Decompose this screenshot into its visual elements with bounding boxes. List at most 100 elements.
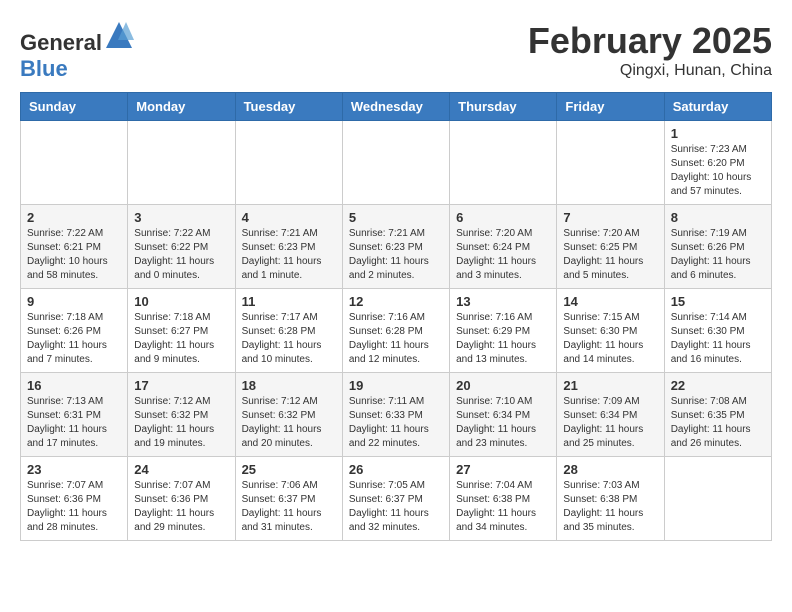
calendar-week-row: 2 Sunrise: 7:22 AM Sunset: 6:21 PM Daylig… [21,205,772,289]
day-info: Sunrise: 7:22 AM Sunset: 6:21 PM Dayligh… [27,227,121,283]
day-info: Sunrise: 7:11 AM Sunset: 6:33 PM Dayligh… [349,395,443,451]
day-number: 4 [242,210,336,225]
calendar-cell: 7 Sunrise: 7:20 AM Sunset: 6:25 PM Daylig… [557,205,664,289]
logo-blue: Blue [20,56,68,81]
day-info: Sunrise: 7:13 AM Sunset: 6:31 PM Dayligh… [27,395,121,451]
day-info: Sunrise: 7:23 AM Sunset: 6:20 PM Dayligh… [671,143,765,199]
day-info: Sunrise: 7:18 AM Sunset: 6:27 PM Dayligh… [134,311,228,367]
logo-icon [104,20,134,50]
day-number: 24 [134,462,228,477]
day-number: 22 [671,378,765,393]
month-title: February 2025 [528,20,772,62]
calendar-cell: 9 Sunrise: 7:18 AM Sunset: 6:26 PM Daylig… [21,289,128,373]
calendar-header-row: SundayMondayTuesdayWednesdayThursdayFrid… [21,93,772,121]
day-number: 28 [563,462,657,477]
day-info: Sunrise: 7:20 AM Sunset: 6:25 PM Dayligh… [563,227,657,283]
day-number: 18 [242,378,336,393]
calendar-cell [450,121,557,205]
calendar-cell [128,121,235,205]
day-info: Sunrise: 7:10 AM Sunset: 6:34 PM Dayligh… [456,395,550,451]
day-number: 6 [456,210,550,225]
day-number: 19 [349,378,443,393]
day-number: 8 [671,210,765,225]
calendar-cell: 3 Sunrise: 7:22 AM Sunset: 6:22 PM Daylig… [128,205,235,289]
day-number: 11 [242,294,336,309]
calendar-cell [21,121,128,205]
calendar-cell: 12Sunrise: 7:16 AM Sunset: 6:28 PM Dayli… [342,289,449,373]
calendar-cell: 25 Sunrise: 7:06 AM Sunset: 6:37 PM Dayli… [235,457,342,541]
day-info: Sunrise: 7:20 AM Sunset: 6:24 PM Dayligh… [456,227,550,283]
calendar-cell [557,121,664,205]
calendar-cell: 27 Sunrise: 7:04 AM Sunset: 6:38 PM Dayli… [450,457,557,541]
calendar-day-header: Thursday [450,93,557,121]
day-number: 9 [27,294,121,309]
day-number: 17 [134,378,228,393]
calendar-cell: 11 Sunrise: 7:17 AM Sunset: 6:28 PM Dayli… [235,289,342,373]
day-info: Sunrise: 7:16 AM Sunset: 6:29 PM Dayligh… [456,311,550,367]
location-title: Qingxi, Hunan, China [528,62,772,80]
calendar-cell: 16 Sunrise: 7:13 AM Sunset: 6:31 PM Dayli… [21,373,128,457]
logo-general: General [20,30,102,55]
calendar-cell: 13 Sunrise: 7:16 AM Sunset: 6:29 PM Dayli… [450,289,557,373]
day-number: 12 [349,294,443,309]
day-number: 2 [27,210,121,225]
page-header: General Blue February 2025 Qingxi, Hunan… [20,20,772,82]
day-info: Sunrise: 7:15 AM Sunset: 6:30 PM Dayligh… [563,311,657,367]
calendar-cell [235,121,342,205]
calendar-cell: 15Sunrise: 7:14 AM Sunset: 6:30 PM Dayli… [664,289,771,373]
calendar-cell: 8 Sunrise: 7:19 AM Sunset: 6:26 PM Daylig… [664,205,771,289]
calendar-cell: 21Sunrise: 7:09 AM Sunset: 6:34 PM Dayli… [557,373,664,457]
calendar-cell: 22 Sunrise: 7:08 AM Sunset: 6:35 PM Dayli… [664,373,771,457]
calendar-cell: 14 Sunrise: 7:15 AM Sunset: 6:30 PM Dayli… [557,289,664,373]
calendar-cell [342,121,449,205]
day-number: 1 [671,126,765,141]
day-info: Sunrise: 7:04 AM Sunset: 6:38 PM Dayligh… [456,479,550,535]
day-info: Sunrise: 7:09 AM Sunset: 6:34 PM Dayligh… [563,395,657,451]
calendar-week-row: 23 Sunrise: 7:07 AM Sunset: 6:36 PM Dayli… [21,457,772,541]
day-info: Sunrise: 7:06 AM Sunset: 6:37 PM Dayligh… [242,479,336,535]
day-number: 7 [563,210,657,225]
calendar-day-header: Monday [128,93,235,121]
day-info: Sunrise: 7:03 AM Sunset: 6:38 PM Dayligh… [563,479,657,535]
day-info: Sunrise: 7:08 AM Sunset: 6:35 PM Dayligh… [671,395,765,451]
day-info: Sunrise: 7:19 AM Sunset: 6:26 PM Dayligh… [671,227,765,283]
day-info: Sunrise: 7:12 AM Sunset: 6:32 PM Dayligh… [134,395,228,451]
calendar-day-header: Sunday [21,93,128,121]
calendar-cell: 19 Sunrise: 7:11 AM Sunset: 6:33 PM Dayli… [342,373,449,457]
calendar-cell: 20Sunrise: 7:10 AM Sunset: 6:34 PM Dayli… [450,373,557,457]
day-info: Sunrise: 7:12 AM Sunset: 6:32 PM Dayligh… [242,395,336,451]
title-block: February 2025 Qingxi, Hunan, China [528,20,772,80]
calendar-week-row: 16 Sunrise: 7:13 AM Sunset: 6:31 PM Dayli… [21,373,772,457]
calendar-cell [664,457,771,541]
day-info: Sunrise: 7:21 AM Sunset: 6:23 PM Dayligh… [349,227,443,283]
day-number: 14 [563,294,657,309]
day-info: Sunrise: 7:05 AM Sunset: 6:37 PM Dayligh… [349,479,443,535]
day-number: 25 [242,462,336,477]
calendar-cell: 26 Sunrise: 7:05 AM Sunset: 6:37 PM Dayli… [342,457,449,541]
calendar-table: SundayMondayTuesdayWednesdayThursdayFrid… [20,92,772,541]
day-number: 3 [134,210,228,225]
calendar-day-header: Friday [557,93,664,121]
day-number: 27 [456,462,550,477]
calendar-week-row: 9 Sunrise: 7:18 AM Sunset: 6:26 PM Daylig… [21,289,772,373]
day-number: 23 [27,462,121,477]
day-info: Sunrise: 7:17 AM Sunset: 6:28 PM Dayligh… [242,311,336,367]
day-number: 26 [349,462,443,477]
day-info: Sunrise: 7:07 AM Sunset: 6:36 PM Dayligh… [134,479,228,535]
day-number: 16 [27,378,121,393]
calendar-cell: 10Sunrise: 7:18 AM Sunset: 6:27 PM Dayli… [128,289,235,373]
calendar-cell: 5 Sunrise: 7:21 AM Sunset: 6:23 PM Daylig… [342,205,449,289]
day-number: 13 [456,294,550,309]
calendar-cell: 2 Sunrise: 7:22 AM Sunset: 6:21 PM Daylig… [21,205,128,289]
day-info: Sunrise: 7:18 AM Sunset: 6:26 PM Dayligh… [27,311,121,367]
calendar-day-header: Tuesday [235,93,342,121]
day-number: 5 [349,210,443,225]
calendar-cell: 4Sunrise: 7:21 AM Sunset: 6:23 PM Daylig… [235,205,342,289]
logo: General Blue [20,20,134,82]
day-info: Sunrise: 7:22 AM Sunset: 6:22 PM Dayligh… [134,227,228,283]
calendar-cell: 28 Sunrise: 7:03 AM Sunset: 6:38 PM Dayli… [557,457,664,541]
calendar-week-row: 1 Sunrise: 7:23 AM Sunset: 6:20 PM Daylig… [21,121,772,205]
calendar-cell: 17 Sunrise: 7:12 AM Sunset: 6:32 PM Dayli… [128,373,235,457]
calendar-cell: 6 Sunrise: 7:20 AM Sunset: 6:24 PM Daylig… [450,205,557,289]
day-number: 15 [671,294,765,309]
